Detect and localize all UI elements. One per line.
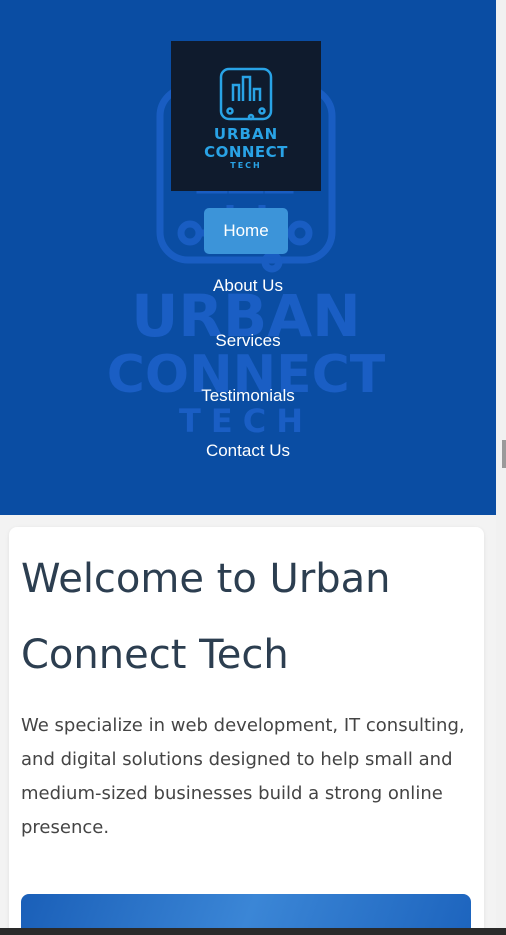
intro-heading: Welcome to Urban Connect Tech bbox=[21, 556, 391, 678]
browser-viewport: URBAN CONNECT TECH URBAN CONNECT TECH Ho… bbox=[0, 0, 496, 928]
nav-link-services[interactable]: Services bbox=[0, 331, 496, 351]
intro-body: We specialize in web development, IT con… bbox=[21, 715, 465, 838]
nav-link-contact-us[interactable]: Contact Us bbox=[0, 441, 496, 461]
site-logo[interactable]: URBAN CONNECT TECH bbox=[171, 41, 321, 191]
nav-link-home[interactable]: Home bbox=[204, 208, 288, 254]
logo-text-connect: CONNECT bbox=[204, 143, 288, 161]
nav-link-about-us[interactable]: About Us bbox=[0, 276, 496, 296]
scrollbar-thumb[interactable] bbox=[502, 440, 506, 468]
nav-link-testimonials[interactable]: Testimonials bbox=[0, 386, 496, 406]
logo-text-urban: URBAN bbox=[213, 125, 279, 143]
intro-card: Welcome to Urban Connect Tech We special… bbox=[9, 527, 484, 928]
watermark-text-tech: TECH bbox=[179, 402, 313, 440]
intro-hero-image bbox=[21, 894, 471, 928]
logo-text-tech: TECH bbox=[230, 161, 262, 170]
window-bottom-edge bbox=[0, 928, 506, 935]
hero-header: URBAN CONNECT TECH URBAN CONNECT TECH Ho… bbox=[0, 0, 496, 515]
